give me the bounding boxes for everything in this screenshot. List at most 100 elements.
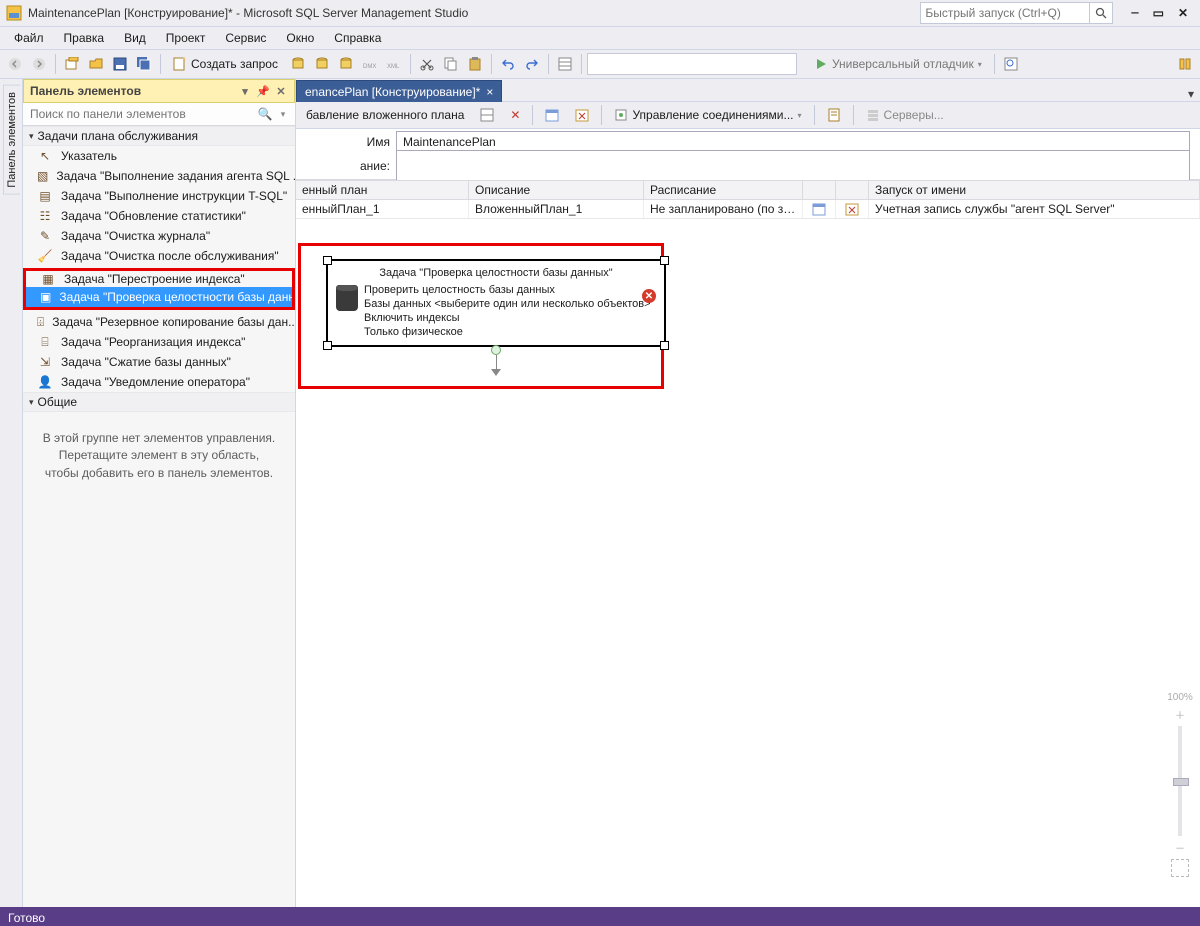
task-icon: ▣ [40, 289, 51, 305]
task-icon: ☷ [37, 208, 53, 224]
undo-icon[interactable] [498, 54, 518, 74]
search-icon[interactable]: 🔍 [256, 107, 274, 121]
redo-icon[interactable] [522, 54, 542, 74]
desc-label: ание: [298, 159, 396, 173]
quick-launch-box[interactable] [920, 2, 1113, 24]
copy-icon[interactable] [441, 54, 461, 74]
xmla-icon[interactable]: XML [384, 54, 404, 74]
log-icon[interactable] [821, 104, 847, 126]
menu-edit[interactable]: Правка [54, 29, 115, 47]
chevron-down-icon[interactable]: ▾ [274, 109, 292, 120]
menu-file[interactable]: Файл [4, 29, 54, 47]
document-tab-active[interactable]: enancePlan [Конструирование]* × [296, 80, 502, 102]
title-bar: MaintenancePlan [Конструирование]* - Mic… [0, 0, 1200, 27]
toolbox-item-agent-job[interactable]: ▧Задача "Выполнение задания агента SQL .… [23, 166, 295, 186]
desc-field[interactable] [396, 150, 1190, 182]
menu-service[interactable]: Сервис [215, 29, 276, 47]
document-tabs: enancePlan [Конструирование]* × ▾ [296, 79, 1200, 102]
tabs-overflow-icon[interactable]: ▾ [1182, 87, 1200, 101]
toolbox-item-maintenance-cleanup[interactable]: 🧹Задача "Очистка после обслуживания" [23, 246, 295, 266]
task-icon: ⇲ [37, 354, 53, 370]
collapse-icon: ▾ [29, 131, 34, 142]
nav-fwd-icon[interactable] [29, 54, 49, 74]
zoom-in-icon[interactable]: ＋ [1175, 707, 1185, 722]
close-button[interactable]: ✕ [1178, 6, 1188, 21]
toolbox-item-backup[interactable]: ⌹Задача "Резервное копирование базы дан.… [23, 312, 295, 332]
toolbox-menu-icon[interactable]: ▾ [238, 84, 252, 98]
minimize-button[interactable]: — [1131, 6, 1138, 21]
toolbox-item-history-cleanup[interactable]: ✎Задача "Очистка журнала" [23, 226, 295, 246]
toolbox-item-reorg-index[interactable]: ⌸Задача "Реорганизация индекса" [23, 332, 295, 352]
cut-icon[interactable] [417, 54, 437, 74]
cell-runas: Учетная запись службы "агент SQL Server" [869, 200, 1200, 218]
toolbox-search-input[interactable] [26, 107, 256, 121]
flow-arrow[interactable] [491, 345, 501, 376]
toolbox-group-maintenance[interactable]: ▾ Задачи плана обслуживания [23, 126, 295, 146]
new-project-icon[interactable] [62, 54, 82, 74]
solution-config-combo[interactable] [587, 53, 797, 75]
quick-launch-input[interactable] [921, 4, 1089, 22]
toolbox-group-common[interactable]: ▾ Общие [23, 392, 295, 412]
properties-icon[interactable] [555, 54, 575, 74]
toolbox-item-notify-operator[interactable]: 👤Задача "Уведомление оператора" [23, 372, 295, 392]
dmx-icon[interactable]: DMX [360, 54, 380, 74]
toolbox-rail-tab[interactable]: Панель элементов [3, 85, 20, 195]
status-bar: Готово [0, 907, 1200, 926]
subplan-props-icon[interactable] [474, 104, 500, 126]
debugger-button[interactable]: Универсальный отладчик ▾ [807, 52, 989, 76]
task-icon: 🧹 [37, 248, 53, 264]
task-icon: ⌹ [37, 314, 44, 330]
col-sched-btn [803, 181, 836, 199]
toolbox-item-update-stats[interactable]: ☷Задача "Обновление статистики" [23, 206, 295, 226]
window-title: MaintenancePlan [Конструирование]* - Mic… [28, 6, 468, 20]
col-sched-del [836, 181, 869, 199]
task-node-check-integrity[interactable]: Задача "Проверка целостности базы данных… [326, 259, 666, 347]
schedule-icon[interactable] [539, 104, 565, 126]
maximize-button[interactable]: ▭ [1153, 6, 1164, 21]
subplan-grid-row[interactable]: енныйПлан_1 ВложенныйПлан_1 Не запланиро… [296, 200, 1200, 219]
nav-back-icon[interactable] [5, 54, 25, 74]
design-canvas[interactable]: Задача "Проверка целостности базы данных… [296, 219, 1200, 907]
error-icon[interactable]: ✕ [642, 289, 656, 303]
manage-connections-button[interactable]: Управление соединениями... ▾ [608, 104, 807, 126]
open-icon[interactable] [86, 54, 106, 74]
save-icon[interactable] [110, 54, 130, 74]
find-icon[interactable] [1001, 54, 1021, 74]
paste-icon[interactable] [465, 54, 485, 74]
save-all-icon[interactable] [134, 54, 154, 74]
zoom-out-icon[interactable]: － [1175, 840, 1185, 855]
tab-close-icon[interactable]: × [486, 85, 493, 99]
col-schedule: Расписание [644, 181, 803, 199]
zoom-fit-icon[interactable] [1171, 859, 1189, 877]
schedule-remove-icon[interactable] [836, 200, 869, 218]
menu-project[interactable]: Проект [156, 29, 216, 47]
schedule-edit-icon[interactable] [803, 200, 836, 218]
menu-view[interactable]: Вид [114, 29, 156, 47]
toolbox-item-rebuild-index[interactable]: ▦Задача "Перестроение индекса" [26, 271, 292, 287]
extra-icon[interactable] [1175, 54, 1195, 74]
pin-icon[interactable]: 📌 [256, 84, 270, 98]
remove-schedule-icon[interactable] [569, 104, 595, 126]
new-query-button[interactable]: Создать запрос [166, 52, 285, 76]
db-icon-1[interactable] [288, 54, 308, 74]
toolbox-group-maint-label: Задачи плана обслуживания [38, 129, 198, 143]
delete-subplan-icon[interactable]: ✕ [504, 104, 526, 126]
col-runas: Запуск от имени [869, 181, 1200, 199]
database-icon [336, 285, 358, 311]
servers-button[interactable]: Серверы... [860, 104, 950, 126]
toolbox-item-pointer[interactable]: ↖Указатель [23, 146, 295, 166]
search-icon[interactable] [1089, 3, 1112, 23]
zoom-slider[interactable] [1178, 726, 1182, 836]
zoom-percent: 100% [1167, 692, 1193, 703]
menu-help[interactable]: Справка [324, 29, 391, 47]
menu-window[interactable]: Окно [276, 29, 324, 47]
toolbox-item-check-integrity[interactable]: ▣Задача "Проверка целостности базы данн.… [26, 287, 292, 307]
task-icon: ▦ [40, 271, 56, 287]
db-icon-3[interactable] [336, 54, 356, 74]
db-icon-2[interactable] [312, 54, 332, 74]
add-subplan-button[interactable]: бавление вложенного плана [300, 104, 470, 126]
toolbox-item-tsql[interactable]: ▤Задача "Выполнение инструкции T-SQL" [23, 186, 295, 206]
toolbox-close-icon[interactable]: ✕ [274, 84, 288, 98]
toolbox-item-shrink-db[interactable]: ⇲Задача "Сжатие базы данных" [23, 352, 295, 372]
toolbox-search[interactable]: 🔍 ▾ [23, 103, 295, 126]
